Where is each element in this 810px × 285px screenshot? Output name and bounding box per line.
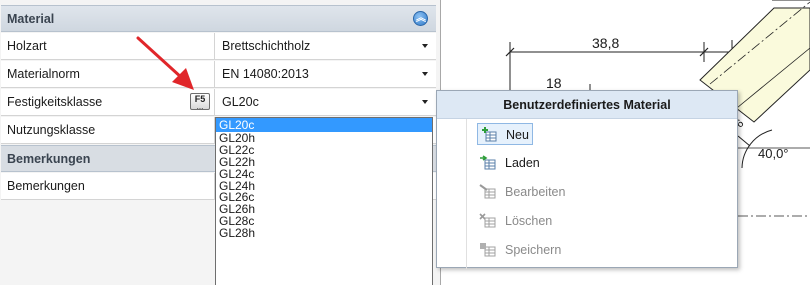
dropdown-option[interactable]: GL24c [216,168,432,180]
row-materialnorm[interactable]: Materialnorm EN 14080:2013 [1,61,436,88]
menu-item-speichern[interactable]: Speichern [477,239,561,261]
menu-icon-separator [466,119,467,269]
dropdown-option[interactable]: GL28h [216,227,432,239]
label-festigkeitsklasse: Festigkeitsklasse [7,95,103,109]
menu-item-bearbeiten[interactable]: Bearbeiten [477,181,565,203]
menu-label-neu: Neu [506,128,529,142]
section-header-material[interactable]: Material ︽ [1,5,436,32]
column-divider [214,89,215,116]
chevron-down-icon[interactable] [416,35,435,57]
delete-table-icon [479,213,496,228]
value-holzart[interactable]: Brettschichtholz [222,39,310,53]
label-bemerkungen: Bemerkungen [7,179,85,193]
load-table-icon [480,155,496,170]
menu-item-loeschen[interactable]: Löschen [477,210,552,232]
label-holzart: Holzart [7,39,47,53]
save-table-icon [480,243,496,257]
dimension-label-top: 38,8 [592,35,620,51]
festigkeitsklasse-dropdown-list[interactable]: GL20c GL20h GL22c GL22h GL24c GL24h GL26… [215,117,433,285]
menu-item-laden[interactable]: Laden [477,152,540,174]
label-materialnorm: Materialnorm [7,67,80,81]
double-chevron-up-icon[interactable]: ︽ [413,11,428,26]
dropdown-option[interactable]: GL22c [216,144,432,156]
property-panel: Material ︽ Holzart Brettschichtholz Mate… [0,0,441,285]
menu-label-loeschen: Löschen [505,214,553,228]
menu-label-laden: Laden [505,156,540,170]
menu-title: Benutzerdefiniertes Material [437,91,737,119]
dropdown-option[interactable]: GL22h [216,156,432,168]
row-festigkeitsklasse[interactable]: Festigkeitsklasse GL20c [1,89,436,116]
edit-table-icon [479,184,496,199]
dropdown-option[interactable]: GL20c [216,118,432,132]
menu-label-speichern: Speichern [505,243,562,257]
section-title-material: Material [7,12,55,26]
value-materialnorm[interactable]: EN 14080:2013 [222,67,309,81]
angle-label: 40,0° [758,146,789,161]
red-arrow-icon [136,36,194,90]
column-divider [214,61,215,88]
label-nutzungsklasse: Nutzungsklasse [7,123,96,137]
chevron-down-icon[interactable] [416,63,435,85]
section-title-bemerkungen: Bemerkungen [7,152,91,166]
menu-label-bearbeiten: Bearbeiten [505,185,566,199]
custom-material-menu: Benutzerdefiniertes Material Neu Laden B… [436,90,738,269]
chevron-down-icon[interactable] [416,91,435,113]
add-table-icon [482,127,497,142]
menu-item-neu[interactable]: Neu [477,123,533,145]
f5-key-dots: ... [196,102,204,111]
dimension-label-inner: 18 [546,75,562,91]
row-holzart[interactable]: Holzart Brettschichtholz [1,33,436,60]
value-festigkeitsklasse[interactable]: GL20c [222,95,259,109]
column-divider [214,33,215,60]
